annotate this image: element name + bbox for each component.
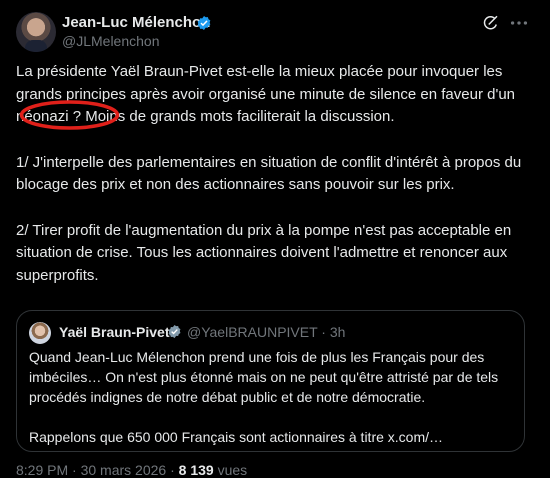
tweet-text: La présidente Yaël Braun-Pivet est-elle …: [16, 61, 536, 287]
quote-author-name: Yaël Braun-Pivet: [59, 324, 170, 340]
quote-paragraph: Rappelons que 650 000 Français sont acti…: [29, 429, 444, 445]
tweet-metadata: 8:29 PM · 30 mars 2026 · 8 139 vues: [16, 462, 247, 478]
tweet-paragraph: La présidente Yaël Braun-Pivet est-elle …: [16, 63, 515, 125]
quoted-tweet[interactable]: Yaël Braun-Pivet @YaelBRAUNPIVET · 3h Qu…: [16, 310, 525, 452]
views-count: 8 139: [178, 462, 214, 478]
quote-handle-time: @YaelBRAUNPIVET · 3h: [187, 324, 346, 340]
timestamp[interactable]: 8:29 PM · 30 mars 2026 ·: [16, 462, 179, 478]
quote-paragraph: Quand Jean-Luc Mélenchon prend une fois …: [29, 349, 499, 405]
tweet-paragraph: 1/ J'interpelle des parlementaires en si…: [16, 153, 522, 194]
verified-badge-icon: [168, 324, 181, 339]
author-handle[interactable]: @JLMelenchon: [62, 33, 160, 49]
more-icon[interactable]: [508, 14, 530, 32]
quote-author-avatar: [29, 322, 51, 344]
tweet-paragraph: 2/ Tirer profit de l'augmentation du pri…: [16, 221, 512, 284]
grok-icon[interactable]: [482, 14, 500, 32]
author-name[interactable]: Jean-Luc Mélenchon: [62, 14, 210, 31]
verified-badge-icon: [197, 16, 211, 30]
quote-text: Quand Jean-Luc Mélenchon prend une fois …: [29, 347, 509, 447]
author-avatar[interactable]: [16, 12, 56, 52]
views-label: vues: [213, 462, 248, 478]
